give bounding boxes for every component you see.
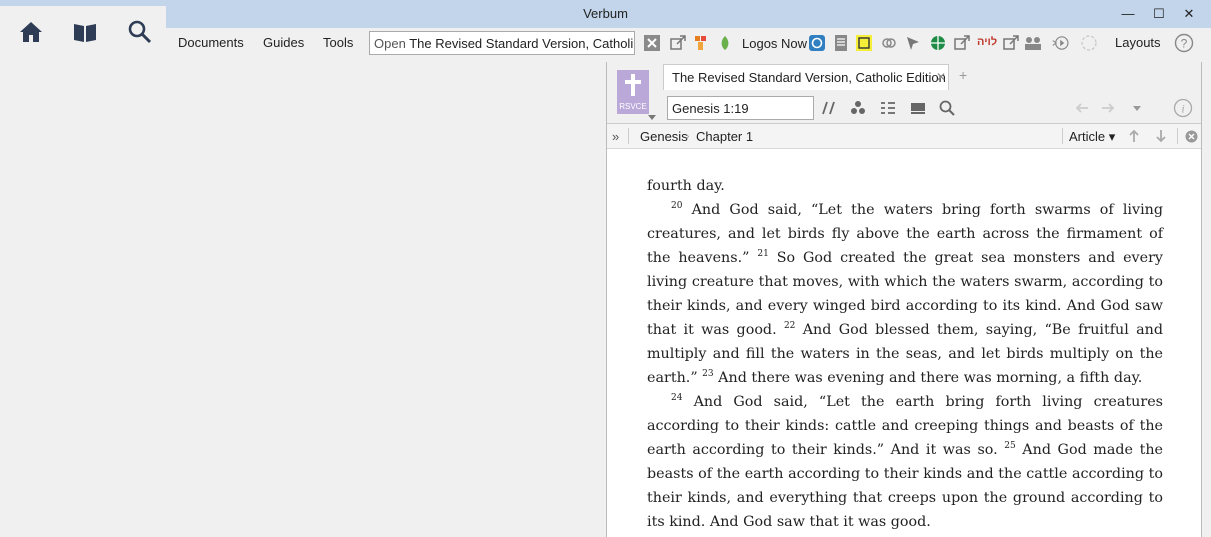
history-dropdown-icon[interactable]	[1128, 99, 1146, 117]
verse-text: And there was evening and there was morn…	[713, 370, 1143, 386]
search-icon[interactable]	[125, 18, 153, 46]
expand-icon[interactable]: »	[612, 129, 619, 144]
reference-input[interactable]: Genesis 1:19	[667, 96, 814, 120]
article-dropdown[interactable]: Article ▾	[1069, 129, 1115, 145]
verse-number[interactable]: 25	[1004, 441, 1015, 451]
pointer-icon[interactable]	[904, 34, 922, 52]
up-arrow-icon[interactable]	[1127, 129, 1141, 143]
title-bar: Verbum — ☐ ✕	[0, 0, 1211, 28]
close-window-button[interactable]: ✕	[1177, 5, 1201, 23]
highlight-icon[interactable]	[855, 34, 873, 52]
visual-filters-icon[interactable]	[849, 99, 867, 117]
breadcrumb-bar: » Genesis › Chapter 1 Article ▾	[607, 124, 1201, 149]
external-link-icon[interactable]	[669, 34, 687, 52]
back-arrow-icon[interactable]	[1073, 99, 1091, 117]
document-icon[interactable]	[832, 34, 850, 52]
new-tab-icon[interactable]: +	[959, 67, 967, 83]
breadcrumb-separator-icon: ›	[686, 131, 690, 142]
divider	[1062, 128, 1063, 144]
maximize-button[interactable]: ☐	[1147, 5, 1171, 23]
book-cover-thumbnail[interactable]: RSVCE	[617, 70, 649, 114]
scripture-text: fourth day. 20 And God said, “Let the wa…	[647, 174, 1163, 534]
menu-tools[interactable]: Tools	[323, 35, 353, 50]
command-box[interactable]: Open The Revised Standard Version, Catho…	[369, 31, 635, 55]
breadcrumb-chapter[interactable]: Chapter 1	[696, 129, 753, 144]
menu-guides[interactable]: Guides	[263, 35, 304, 50]
menu-documents[interactable]: Documents	[178, 35, 244, 50]
command-value: The Revised Standard Version, Catholi…	[409, 36, 635, 51]
panel-search-icon[interactable]	[938, 99, 956, 117]
panel-header: RSVCE The Revised Standard Version, Cath…	[607, 62, 1201, 124]
close-panel-icon[interactable]	[1185, 130, 1198, 143]
cover-dropdown-icon[interactable]	[647, 114, 657, 122]
article-label: Article	[1069, 129, 1106, 144]
info-icon[interactable]: i	[1173, 98, 1193, 118]
command-prefix: Open	[374, 36, 410, 51]
sync-icon[interactable]	[808, 34, 826, 52]
home-icon[interactable]	[17, 18, 45, 46]
external-link-icon[interactable]	[953, 34, 971, 52]
loading-spinner-icon	[1081, 35, 1097, 51]
svg-text:?: ?	[1181, 37, 1188, 51]
text-line: fourth day.	[647, 178, 725, 194]
window-title: Verbum	[583, 6, 628, 21]
layout-view-icon[interactable]	[909, 99, 927, 117]
globe-icon[interactable]	[929, 34, 947, 52]
minimize-button[interactable]: —	[1116, 5, 1140, 23]
faithlife-icon[interactable]	[692, 34, 710, 52]
hebrew-tool-label[interactable]: לויה	[977, 36, 997, 48]
breadcrumb-book[interactable]: Genesis	[640, 129, 688, 144]
divider	[628, 128, 629, 144]
clear-command-icon[interactable]	[643, 34, 661, 52]
parallel-resources-icon[interactable]	[820, 99, 838, 117]
svg-text:i: i	[1181, 102, 1184, 116]
verse-number[interactable]: 21	[757, 249, 768, 259]
down-arrow-icon[interactable]	[1154, 129, 1168, 143]
layouts-menu[interactable]: Layouts	[1115, 35, 1161, 50]
book-abbrev: RSVCE	[619, 102, 647, 111]
media-player-icon[interactable]	[1052, 34, 1070, 52]
external-link-icon[interactable]	[1002, 34, 1020, 52]
verse-number[interactable]: 22	[784, 321, 795, 331]
verse-number[interactable]: 23	[702, 369, 713, 379]
divider	[1177, 128, 1178, 144]
workspace-empty-area	[0, 62, 606, 537]
verse-number[interactable]: 20	[671, 201, 682, 211]
text-display-icon[interactable]	[879, 99, 897, 117]
link-set-icon[interactable]	[880, 34, 898, 52]
people-icon[interactable]	[1024, 34, 1042, 52]
tab-rsvce[interactable]: The Revised Standard Version, Catholic E…	[663, 64, 949, 90]
cross-icon	[625, 74, 641, 96]
verse-number[interactable]: 24	[671, 393, 682, 403]
library-icon[interactable]	[71, 18, 99, 46]
help-icon[interactable]: ?	[1174, 33, 1194, 53]
paragraph: 20 And God said, “Let the waters bring f…	[647, 198, 1163, 390]
paragraph: 24 And God said, “Let the earth bring fo…	[647, 390, 1163, 534]
logos-now-label[interactable]: Logos Now	[742, 36, 807, 51]
forward-arrow-icon[interactable]	[1099, 99, 1117, 117]
tab-title: The Revised Standard Version, Catholic E…	[672, 70, 946, 85]
leaf-icon[interactable]	[716, 34, 734, 52]
tab-close-icon[interactable]: ✕	[936, 70, 946, 84]
